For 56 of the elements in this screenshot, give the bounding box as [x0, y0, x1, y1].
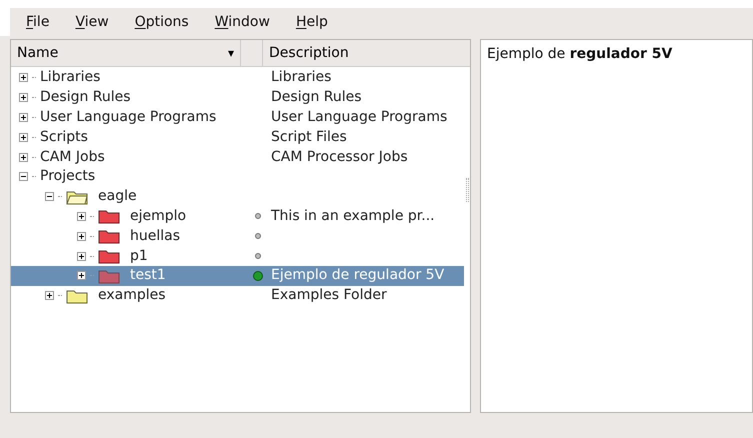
item-name: test1	[130, 266, 166, 286]
expand-icon[interactable]	[77, 232, 86, 241]
item-name: huellas	[130, 226, 180, 246]
expand-icon[interactable]	[19, 113, 28, 122]
expand-icon[interactable]	[19, 73, 28, 82]
tree-row[interactable]: eagle	[11, 186, 464, 207]
collapse-icon[interactable]	[19, 172, 28, 182]
item-description: Script Files	[270, 128, 347, 147]
expand-icon[interactable]	[19, 93, 28, 102]
item-name: Projects	[40, 167, 96, 186]
item-name: User Language Programs	[40, 108, 216, 127]
tree-row[interactable]: User Language Programs User Language Programs	[11, 108, 464, 128]
item-name: Libraries	[40, 68, 100, 88]
tree-row[interactable]: huellas	[11, 226, 464, 246]
tree-row[interactable]: ejemplo This in an example pr...	[11, 206, 464, 226]
expand-icon[interactable]	[19, 152, 28, 162]
item-name: eagle	[98, 187, 137, 206]
sort-icon: ▾	[228, 44, 234, 62]
column-header[interactable]: Description	[263, 40, 470, 66]
item-description: Ejemplo de regulador 5V	[270, 266, 444, 286]
expand-icon[interactable]	[77, 252, 86, 261]
open-folder-icon	[66, 188, 88, 205]
menu-item[interactable]: Options	[122, 12, 201, 32]
expand-icon[interactable]	[77, 271, 86, 280]
tree-row[interactable]: CAM Jobs CAM Processor Jobs	[11, 147, 464, 167]
expand-icon[interactable]	[45, 291, 54, 300]
menu-item[interactable]: View	[63, 12, 121, 32]
item-description: User Language Programs	[270, 108, 448, 127]
item-name: Design Rules	[40, 88, 131, 108]
folder-icon	[98, 268, 120, 284]
tree-row[interactable]: Scripts Script Files	[11, 127, 464, 148]
menu-item[interactable]: Window	[202, 12, 282, 32]
item-name: ejemplo	[130, 206, 186, 226]
tree-row[interactable]: Design Rules Design Rules	[11, 88, 464, 108]
column-header[interactable]: Name ▾	[11, 40, 241, 66]
tree-row[interactable]: p1	[11, 246, 464, 266]
item-description: CAM Processor Jobs	[270, 148, 408, 167]
item-description: Examples Folder	[270, 286, 387, 306]
folder-icon	[98, 208, 120, 224]
item-name: CAM Jobs	[40, 148, 105, 167]
item-description: Libraries	[270, 68, 332, 88]
collapse-icon[interactable]	[45, 192, 54, 202]
preview-text: Ejemplo de regulador 5V	[487, 46, 672, 62]
item-name: Scripts	[40, 128, 88, 147]
item-description: Design Rules	[270, 88, 362, 108]
item-name: p1	[130, 246, 148, 266]
expand-icon[interactable]	[77, 212, 86, 221]
menu-item[interactable]: Help	[284, 12, 340, 32]
item-description: This in an example pr...	[270, 206, 435, 226]
expand-icon[interactable]	[19, 132, 28, 142]
item-name: examples	[98, 286, 166, 306]
tree-row[interactable]: Projects	[11, 166, 464, 187]
menu-item[interactable]: File	[24, 12, 62, 32]
tree-row[interactable]: examples Examples Folder	[11, 286, 464, 306]
tree-row[interactable]: Libraries Libraries	[11, 68, 464, 88]
folder-icon	[98, 228, 120, 244]
